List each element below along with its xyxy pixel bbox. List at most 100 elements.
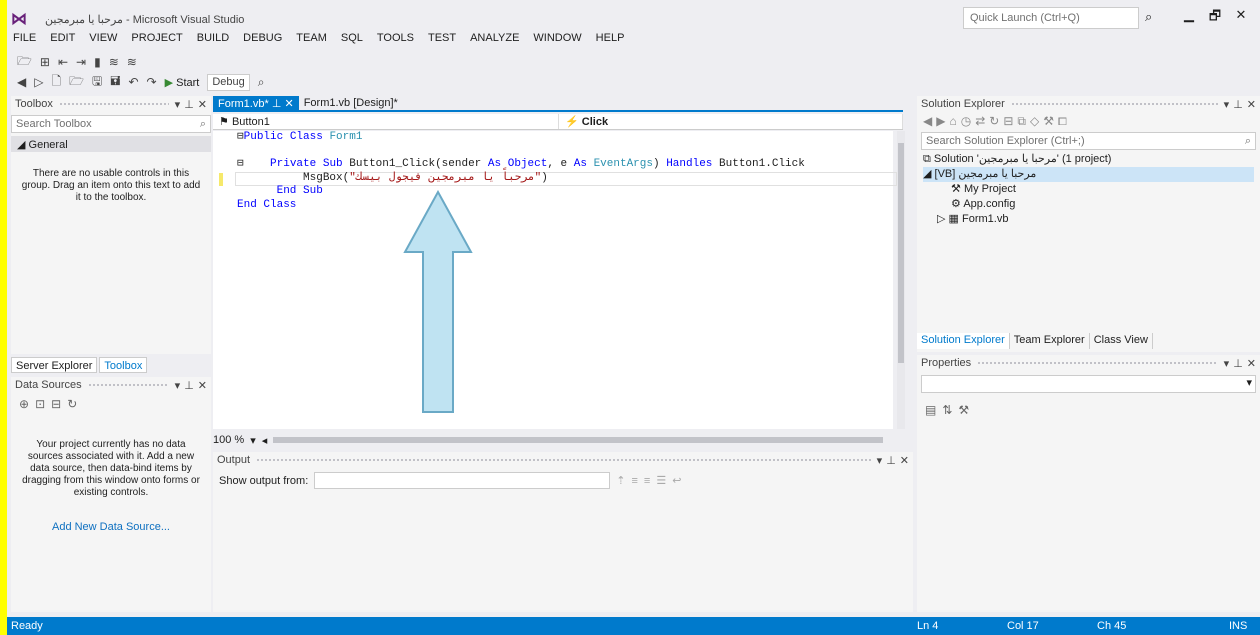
menu-view[interactable]: VIEW <box>89 32 117 50</box>
back-icon[interactable]: ◀ <box>923 114 936 128</box>
new-project-icon[interactable]: 🗁 <box>17 52 32 73</box>
open-file-icon[interactable]: 🗁 <box>69 72 84 93</box>
bookmark-next-icon[interactable]: ≋ <box>127 55 137 69</box>
collapse-all-icon[interactable]: ⊟ <box>1003 114 1017 128</box>
menu-sql[interactable]: SQL <box>341 32 363 50</box>
tab-team-explorer[interactable]: Team Explorer <box>1010 333 1090 349</box>
drag-grip[interactable] <box>977 360 1218 366</box>
close-icon[interactable]: ✕ <box>198 98 207 111</box>
zoom-select[interactable]: 100 % <box>213 434 244 446</box>
close-icon[interactable]: ✕ <box>1247 357 1256 370</box>
horizontal-scrollbar[interactable] <box>273 437 883 443</box>
tab-class-view[interactable]: Class View <box>1090 333 1153 349</box>
menu-team[interactable]: TEAM <box>296 32 327 50</box>
drag-grip[interactable] <box>58 101 169 107</box>
refresh-icon[interactable]: ↻ <box>67 397 83 411</box>
edit-dataset-icon[interactable]: ⊡ <box>35 397 51 411</box>
search-icon[interactable]: ⌕ <box>1145 9 1152 25</box>
redo-icon[interactable]: ↷ <box>147 75 157 89</box>
property-pages-icon[interactable]: ⚒ <box>958 403 975 417</box>
tab-form1-code[interactable]: Form1.vb* ⊥ ✕ <box>213 96 299 110</box>
properties-icon[interactable]: ⚒ <box>1043 114 1058 128</box>
pin-icon[interactable]: ⊥ <box>1233 357 1243 370</box>
close-icon[interactable]: ✕ <box>198 379 207 392</box>
drag-grip[interactable] <box>256 457 871 463</box>
dropdown-icon[interactable]: ▾ <box>1224 357 1230 370</box>
dropdown-icon[interactable]: ▾ <box>175 379 181 392</box>
code-editor[interactable]: ⊟Public Class Form1 ⊟ Private Sub Button… <box>213 131 897 429</box>
menu-debug[interactable]: DEBUG <box>243 32 282 50</box>
tab-form1-design[interactable]: Form1.vb [Design]* <box>298 96 403 110</box>
indent-icon[interactable]: ⇥ <box>76 55 86 69</box>
bookmark-icon[interactable]: ▮ <box>94 55 101 69</box>
close-icon[interactable]: ✕ <box>1247 98 1256 111</box>
drag-grip[interactable] <box>1010 101 1218 107</box>
object-select[interactable]: ▾ <box>921 375 1256 393</box>
collapse-icon[interactable]: ⊟ <box>237 158 244 170</box>
scroll-thumb[interactable] <box>898 143 904 363</box>
tree-solution[interactable]: ⧉ Solution 'مرحبا يا مبرمجين' (1 project… <box>923 152 1254 167</box>
categorized-icon[interactable]: ▤ <box>925 403 942 417</box>
chevron-down-icon[interactable]: ▾ <box>250 434 256 447</box>
pin-icon[interactable]: ⊥ <box>184 98 194 111</box>
tree-project[interactable]: ◢ [VB] مرحبا يا مبرمجين <box>923 167 1254 182</box>
save-icon[interactable]: 🖫 <box>92 72 102 93</box>
class-select[interactable]: ⚑ Button1 <box>213 114 559 129</box>
refresh-icon[interactable]: ↻ <box>989 114 1003 128</box>
solution-search-input[interactable]: Search Solution Explorer (Ctrl+;) ⌕ <box>921 132 1256 150</box>
home-icon[interactable]: ⌂ <box>949 114 960 128</box>
outdent-icon[interactable]: ⇤ <box>58 55 68 69</box>
toolbox-group-general[interactable]: ◢ General <box>11 136 211 152</box>
scroll-left-icon[interactable]: ◂ <box>262 434 268 447</box>
close-icon[interactable]: ✕ <box>284 98 293 110</box>
menu-project[interactable]: PROJECT <box>131 32 182 50</box>
tree-item-form1[interactable]: ▷ ▦ Form1.vb <box>923 212 1254 227</box>
dropdown-icon[interactable]: ▾ <box>175 98 181 111</box>
new-file-icon[interactable]: 🗋 <box>51 72 61 93</box>
maximize-button[interactable]: 🗗 <box>1205 7 1225 29</box>
alphabetical-icon[interactable]: ⇅ <box>942 403 958 417</box>
next-message-icon[interactable]: ≡ <box>644 475 656 487</box>
tab-solution-explorer[interactable]: Solution Explorer <box>917 333 1010 349</box>
forward-icon[interactable]: ▶ <box>936 114 949 128</box>
menu-tools[interactable]: TOOLS <box>377 32 414 50</box>
toolbox-search-input[interactable]: Search Toolbox ⌕ <box>11 115 211 133</box>
bookmark-prev-icon[interactable]: ≋ <box>109 55 119 69</box>
pin-icon[interactable]: ⊥ <box>184 379 194 392</box>
tree-item-app-config[interactable]: ⚙ App.config <box>923 197 1254 212</box>
menu-analyze[interactable]: ANALYZE <box>470 32 519 50</box>
menu-build[interactable]: BUILD <box>197 32 229 50</box>
editor-vertical-scrollbar[interactable] <box>897 131 905 429</box>
show-files-icon[interactable]: ⧉ <box>1017 114 1030 128</box>
back-icon[interactable]: ◀ <box>17 75 26 89</box>
save-all-icon[interactable]: 🖬 <box>110 72 120 93</box>
clear-all-icon[interactable]: ☰ <box>656 475 672 487</box>
dropdown-icon[interactable]: ▾ <box>1224 98 1230 111</box>
tab-server-explorer[interactable]: Server Explorer <box>11 357 98 373</box>
menu-file[interactable]: FILE <box>13 32 36 50</box>
drag-grip[interactable] <box>87 382 169 388</box>
quick-launch-input[interactable]: Quick Launch (Ctrl+Q) <box>963 7 1139 29</box>
dropdown-icon[interactable]: ▾ <box>877 454 883 467</box>
tree-item-my-project[interactable]: ⚒ My Project <box>923 182 1254 197</box>
add-item-icon[interactable]: ⊞ <box>40 55 50 69</box>
menu-help[interactable]: HELP <box>596 32 625 50</box>
start-button[interactable]: ▶ Start <box>165 76 200 89</box>
menu-test[interactable]: TEST <box>428 32 456 50</box>
sync-icon[interactable]: ⇄ <box>975 114 989 128</box>
menu-edit[interactable]: EDIT <box>50 32 75 50</box>
pin-icon[interactable]: ⊥ <box>886 454 896 467</box>
preview-icon[interactable]: ⧠ <box>1058 114 1071 128</box>
pin-icon[interactable]: ⊥ <box>1233 98 1243 111</box>
configure-icon[interactable]: ⊟ <box>51 397 67 411</box>
pin-icon[interactable]: ⊥ <box>272 98 282 110</box>
undo-icon[interactable]: ↶ <box>128 75 138 89</box>
find-icon[interactable]: ⌕ <box>258 75 265 90</box>
menu-window[interactable]: WINDOW <box>533 32 581 50</box>
add-data-source-icon[interactable]: ⊕ <box>19 397 35 411</box>
collapse-icon[interactable]: ⊟ <box>237 131 244 143</box>
minimize-button[interactable]: ▁ <box>1179 7 1199 23</box>
history-icon[interactable]: ◷ <box>961 114 975 128</box>
find-message-icon[interactable]: ⇡ <box>616 475 631 487</box>
prev-message-icon[interactable]: ≡ <box>632 475 644 487</box>
